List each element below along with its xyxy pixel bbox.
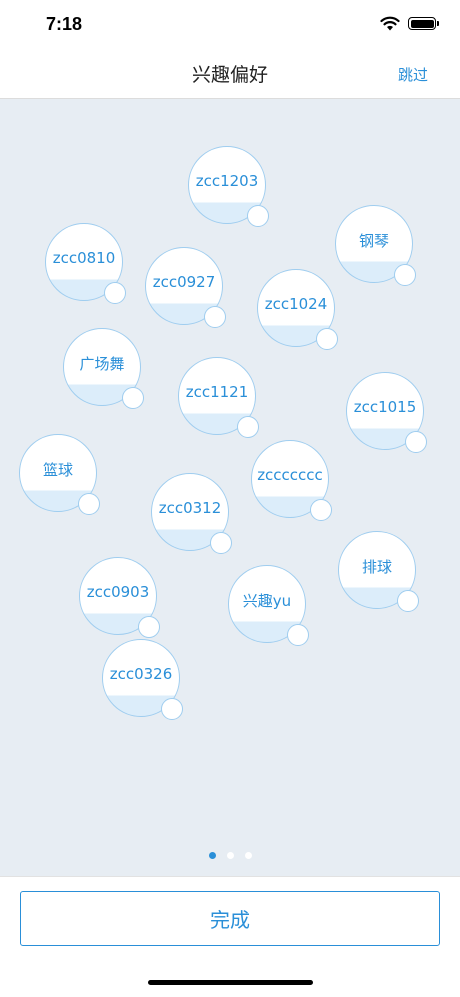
interest-bubble[interactable]: 兴趣yu xyxy=(228,565,309,646)
bubble-label: zcc0326 xyxy=(109,665,173,683)
bubble-label: zcc0903 xyxy=(86,583,150,601)
page-dot-active[interactable] xyxy=(208,852,216,859)
bubble-checkbox[interactable] xyxy=(104,282,126,304)
bubble-label: zcc0927 xyxy=(152,273,216,291)
page-dot[interactable] xyxy=(244,852,252,859)
wifi-icon xyxy=(380,16,400,31)
interest-bubble[interactable]: 排球 xyxy=(338,531,419,612)
bubble-label: 兴趣yu xyxy=(242,591,292,610)
bubble-checkbox[interactable] xyxy=(138,616,160,638)
bubble-checkbox[interactable] xyxy=(310,499,332,521)
bubble-checkbox[interactable] xyxy=(287,624,309,646)
bubble-checkbox[interactable] xyxy=(394,264,416,286)
interest-bubble-area: zcc1203 钢琴 zcc0810 zcc0927 zcc1024 广场舞 z… xyxy=(0,99,460,876)
bubble-label: zcc1015 xyxy=(353,398,417,416)
interest-bubble[interactable]: zccccccc xyxy=(251,440,332,521)
bubble-checkbox[interactable] xyxy=(204,306,226,328)
bubble-label: zcc0810 xyxy=(52,249,116,267)
skip-button[interactable]: 跳过 xyxy=(398,64,428,85)
navigation-bar: 兴趣偏好 跳过 xyxy=(0,50,460,99)
interest-bubble[interactable]: 篮球 xyxy=(19,434,100,515)
interest-bubble[interactable]: 钢琴 xyxy=(335,205,416,286)
interest-bubble[interactable]: zcc0927 xyxy=(145,247,226,328)
bubble-label: zcc1203 xyxy=(195,172,259,190)
status-bar: 7:18 xyxy=(0,0,460,50)
bubble-label: 广场舞 xyxy=(79,354,125,373)
bubble-checkbox[interactable] xyxy=(237,416,259,438)
bubble-checkbox[interactable] xyxy=(405,431,427,453)
bubble-label: 钢琴 xyxy=(358,231,389,250)
interest-bubble[interactable]: zcc1121 xyxy=(178,357,259,438)
interest-bubble[interactable]: zcc0903 xyxy=(79,557,160,638)
interest-bubble[interactable]: zcc1015 xyxy=(346,372,427,453)
home-indicator xyxy=(148,980,313,985)
bubble-checkbox[interactable] xyxy=(397,590,419,612)
interest-bubble[interactable]: zcc0810 xyxy=(45,223,126,304)
bubble-label: zccccccc xyxy=(257,466,323,484)
interest-bubble[interactable]: 广场舞 xyxy=(63,328,144,409)
interest-bubble[interactable]: zcc0326 xyxy=(102,639,183,720)
bubble-label: zcc1121 xyxy=(185,383,249,401)
page-indicator[interactable] xyxy=(0,852,460,859)
battery-icon xyxy=(408,17,439,30)
status-icons xyxy=(380,16,439,31)
interest-bubble[interactable]: zcc1203 xyxy=(188,146,269,227)
bubble-label: zcc1024 xyxy=(264,295,328,313)
bubble-checkbox[interactable] xyxy=(78,493,100,515)
bubble-label: 篮球 xyxy=(42,460,73,479)
bubble-checkbox[interactable] xyxy=(316,328,338,350)
bubble-checkbox[interactable] xyxy=(210,532,232,554)
page-title: 兴趣偏好 xyxy=(191,64,268,86)
interest-bubble[interactable]: zcc1024 xyxy=(257,269,338,350)
bubble-checkbox[interactable] xyxy=(122,387,144,409)
status-time: 7:18 xyxy=(46,14,83,34)
bubble-label: 排球 xyxy=(361,557,392,576)
page-dot[interactable] xyxy=(226,852,234,859)
bottom-bar: 完成 xyxy=(0,876,460,997)
bubble-checkbox[interactable] xyxy=(247,205,269,227)
bubble-checkbox[interactable] xyxy=(161,698,183,720)
interest-bubble[interactable]: zcc0312 xyxy=(151,473,232,554)
done-button[interactable]: 完成 xyxy=(20,891,440,946)
bubble-label: zcc0312 xyxy=(158,499,222,517)
